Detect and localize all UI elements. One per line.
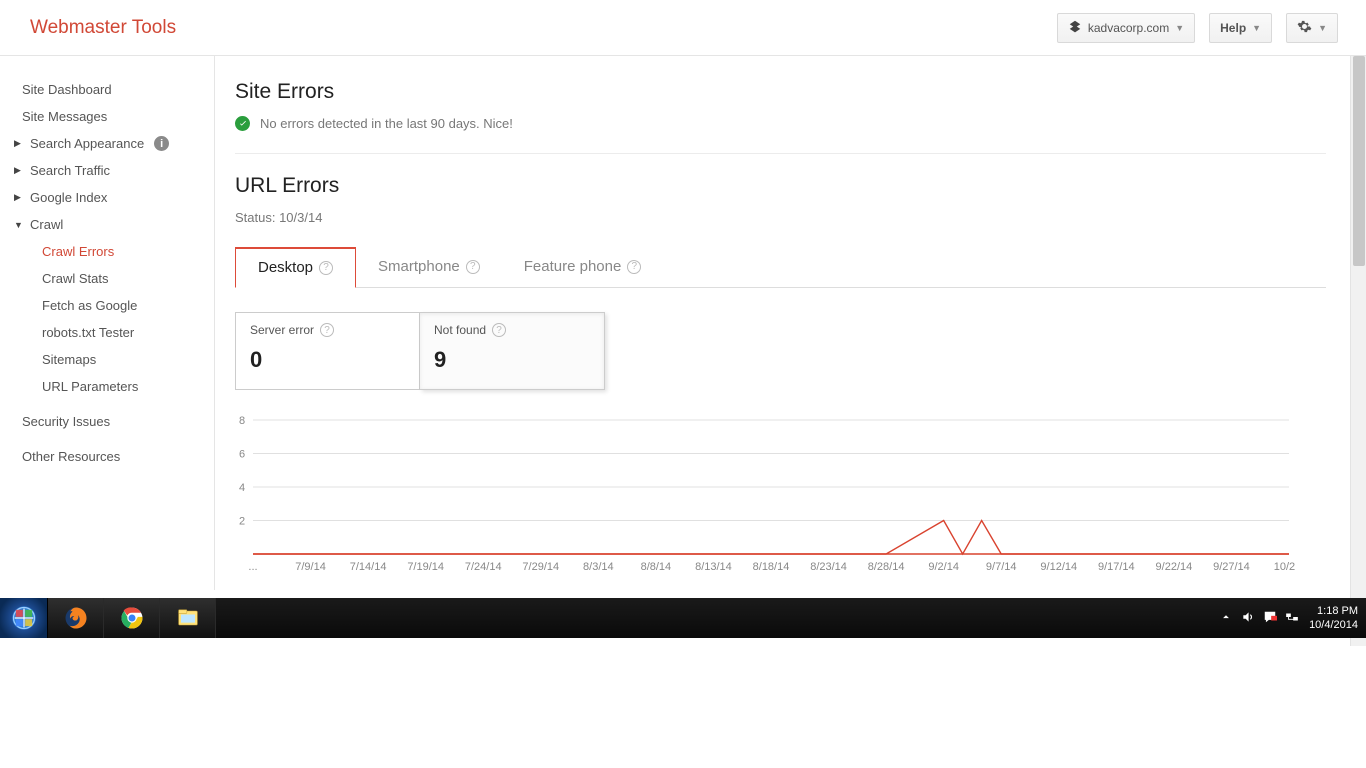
site-icon: [1068, 19, 1082, 36]
card-not-found[interactable]: Not found ? 9: [420, 312, 605, 390]
svg-text:2: 2: [239, 516, 245, 528]
triangle-down-icon: ▼: [14, 220, 24, 230]
svg-text:6: 6: [239, 449, 245, 461]
help-circle-icon: ?: [492, 323, 506, 337]
site-errors-heading: Site Errors: [235, 80, 1326, 104]
content-area: Site Errors No errors detected in the la…: [215, 56, 1366, 590]
svg-text:8/13/14: 8/13/14: [695, 561, 732, 573]
svg-text:8/3/14: 8/3/14: [583, 561, 614, 573]
help-label: Help: [1220, 21, 1246, 35]
card-server-error[interactable]: Server error ? 0: [235, 312, 420, 390]
sidebar-search-traffic[interactable]: ▶ Search Traffic: [0, 157, 214, 184]
sidebar-item-label: Google Index: [30, 190, 107, 205]
card-value: 9: [434, 347, 590, 373]
sidebar-google-index[interactable]: ▶ Google Index: [0, 184, 214, 211]
svg-text:8/23/14: 8/23/14: [810, 561, 847, 573]
svg-text:7/29/14: 7/29/14: [522, 561, 559, 573]
site-errors-message: No errors detected in the last 90 days. …: [260, 116, 513, 131]
help-circle-icon: ?: [319, 261, 333, 275]
site-selector[interactable]: kadvacorp.com ▼: [1057, 13, 1195, 43]
svg-text:7/19/14: 7/19/14: [407, 561, 444, 573]
tab-smartphone[interactable]: Smartphone ?: [356, 247, 502, 287]
svg-text:7/24/14: 7/24/14: [465, 561, 502, 573]
svg-text:9/22/14: 9/22/14: [1156, 561, 1193, 573]
help-circle-icon: ?: [466, 260, 480, 274]
sidebar-item-label: Crawl: [30, 217, 63, 232]
sidebar-site-dashboard[interactable]: Site Dashboard: [0, 76, 214, 103]
svg-text:7/14/14: 7/14/14: [350, 561, 387, 573]
svg-text:8/18/14: 8/18/14: [753, 561, 790, 573]
tab-desktop[interactable]: Desktop ?: [235, 247, 356, 288]
sidebar-crawl[interactable]: ▼ Crawl: [0, 211, 214, 238]
info-icon: i: [154, 136, 169, 151]
site-selector-label: kadvacorp.com: [1088, 21, 1169, 35]
tab-label: Desktop: [258, 259, 313, 276]
taskbar-app-firefox[interactable]: [48, 598, 104, 638]
svg-text:9/27/14: 9/27/14: [1213, 561, 1250, 573]
tab-feature-phone[interactable]: Feature phone ?: [502, 247, 664, 287]
svg-text:8/28/14: 8/28/14: [868, 561, 905, 573]
tray-action-center-icon[interactable]: [1263, 610, 1277, 627]
svg-text:9/17/14: 9/17/14: [1098, 561, 1135, 573]
check-circle-icon: [235, 116, 250, 131]
app-brand[interactable]: Webmaster Tools: [30, 17, 176, 39]
windows-taskbar: 1:18 PM 10/4/2014: [0, 598, 1366, 638]
svg-text:10/2...: 10/2...: [1274, 561, 1295, 573]
triangle-right-icon: ▶: [14, 192, 24, 203]
sidebar-robots-tester[interactable]: robots.txt Tester: [0, 319, 214, 346]
vertical-scrollbar[interactable]: [1350, 56, 1366, 646]
svg-text:9/7/14: 9/7/14: [986, 561, 1017, 573]
sidebar-fetch-as-google[interactable]: Fetch as Google: [0, 292, 214, 319]
card-value: 0: [250, 347, 405, 373]
svg-text:9/2/14: 9/2/14: [928, 561, 959, 573]
sidebar-search-appearance[interactable]: ▶ Search Appearance i: [0, 130, 214, 157]
sidebar-crawl-stats[interactable]: Crawl Stats: [0, 265, 214, 292]
sidebar-security-issues[interactable]: Security Issues: [0, 408, 214, 435]
svg-text:8: 8: [239, 415, 245, 427]
caret-down-icon: ▼: [1252, 23, 1261, 33]
tray-network-icon[interactable]: [1285, 610, 1299, 627]
svg-text:7/9/14: 7/9/14: [295, 561, 326, 573]
chart: 2 4 6 8... 7/9/14 7/14/14 7/19/14 7/24/14 7/29/1…: [235, 414, 1326, 574]
taskbar-clock[interactable]: 1:18 PM 10/4/2014: [1309, 604, 1358, 632]
help-circle-icon: ?: [627, 260, 641, 274]
scrollbar-mark: [1353, 226, 1365, 232]
svg-text:9/12/14: 9/12/14: [1040, 561, 1077, 573]
sidebar-crawl-errors[interactable]: Crawl Errors: [0, 238, 214, 265]
tray-show-hidden-icon[interactable]: [1219, 610, 1233, 627]
taskbar-app-chrome[interactable]: [104, 598, 160, 638]
sidebar-item-label: Search Appearance: [30, 136, 144, 151]
sidebar-other-resources[interactable]: Other Resources: [0, 443, 214, 470]
card-label: Server error: [250, 323, 314, 337]
svg-text:8/8/14: 8/8/14: [641, 561, 672, 573]
sidebar-sitemaps[interactable]: Sitemaps: [0, 346, 214, 373]
tab-label: Feature phone: [524, 258, 622, 275]
sidebar: Site Dashboard Site Messages ▶ Search Ap…: [0, 56, 215, 590]
taskbar-date: 10/4/2014: [1309, 618, 1358, 632]
svg-text:...: ...: [248, 561, 257, 573]
caret-down-icon: ▼: [1318, 23, 1327, 33]
taskbar-app-explorer[interactable]: [160, 598, 216, 638]
caret-down-icon: ▼: [1175, 23, 1184, 33]
triangle-right-icon: ▶: [14, 165, 24, 176]
sidebar-item-label: Search Traffic: [30, 163, 110, 178]
triangle-right-icon: ▶: [14, 138, 24, 149]
start-button[interactable]: [0, 598, 48, 638]
sidebar-site-messages[interactable]: Site Messages: [0, 103, 214, 130]
scrollbar-thumb[interactable]: [1353, 56, 1365, 266]
sidebar-url-parameters[interactable]: URL Parameters: [0, 373, 214, 400]
help-button[interactable]: Help ▼: [1209, 13, 1272, 43]
taskbar-time: 1:18 PM: [1309, 604, 1358, 618]
help-circle-icon: ?: [320, 323, 334, 337]
settings-button[interactable]: ▼: [1286, 13, 1338, 43]
svg-text:4: 4: [239, 482, 245, 494]
card-label: Not found: [434, 323, 486, 337]
status-line: Status: 10/3/14: [235, 210, 1326, 225]
url-errors-heading: URL Errors: [235, 174, 1326, 198]
tray-volume-icon[interactable]: [1241, 610, 1255, 627]
tab-label: Smartphone: [378, 258, 460, 275]
gear-icon: [1297, 19, 1312, 37]
